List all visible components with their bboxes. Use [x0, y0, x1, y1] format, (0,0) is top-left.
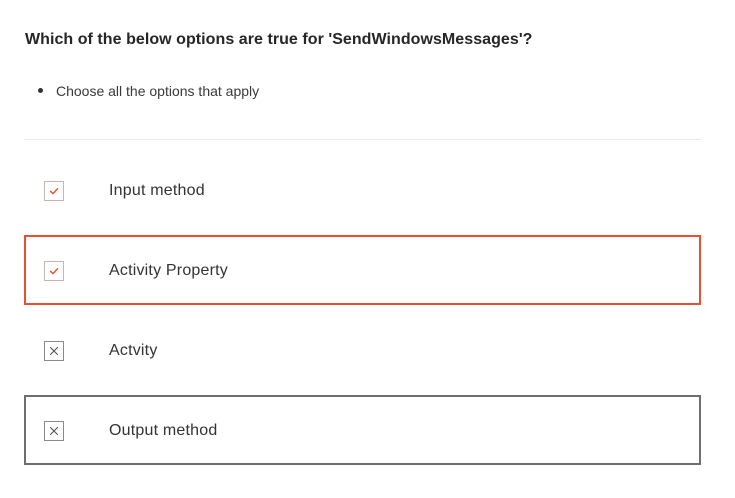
- bullet-icon: [38, 88, 43, 93]
- option-input-method[interactable]: Input method: [24, 155, 701, 225]
- options-list: Input method Activity Property Actvity O…: [24, 155, 701, 475]
- option-label: Input method: [109, 182, 205, 199]
- question-title: Which of the below options are true for …: [25, 31, 533, 48]
- checkmark-icon: [49, 187, 59, 195]
- instruction-text: Choose all the options that apply: [56, 83, 260, 99]
- checkbox[interactable]: [44, 341, 64, 361]
- divider: [24, 139, 701, 140]
- option-actvity[interactable]: Actvity: [24, 315, 701, 385]
- cross-icon: [49, 346, 59, 356]
- cross-icon: [49, 426, 59, 436]
- instruction-item: Choose all the options that apply: [38, 83, 259, 99]
- checkbox[interactable]: [44, 261, 64, 281]
- checkmark-icon: [49, 267, 59, 275]
- option-activity-property[interactable]: Activity Property: [24, 235, 701, 305]
- option-label: Actvity: [109, 342, 158, 359]
- option-output-method[interactable]: Output method: [24, 395, 701, 465]
- instructions-list: Choose all the options that apply: [38, 83, 259, 99]
- option-label: Activity Property: [109, 262, 228, 279]
- checkbox[interactable]: [44, 421, 64, 441]
- checkbox[interactable]: [44, 181, 64, 201]
- option-label: Output method: [109, 422, 218, 439]
